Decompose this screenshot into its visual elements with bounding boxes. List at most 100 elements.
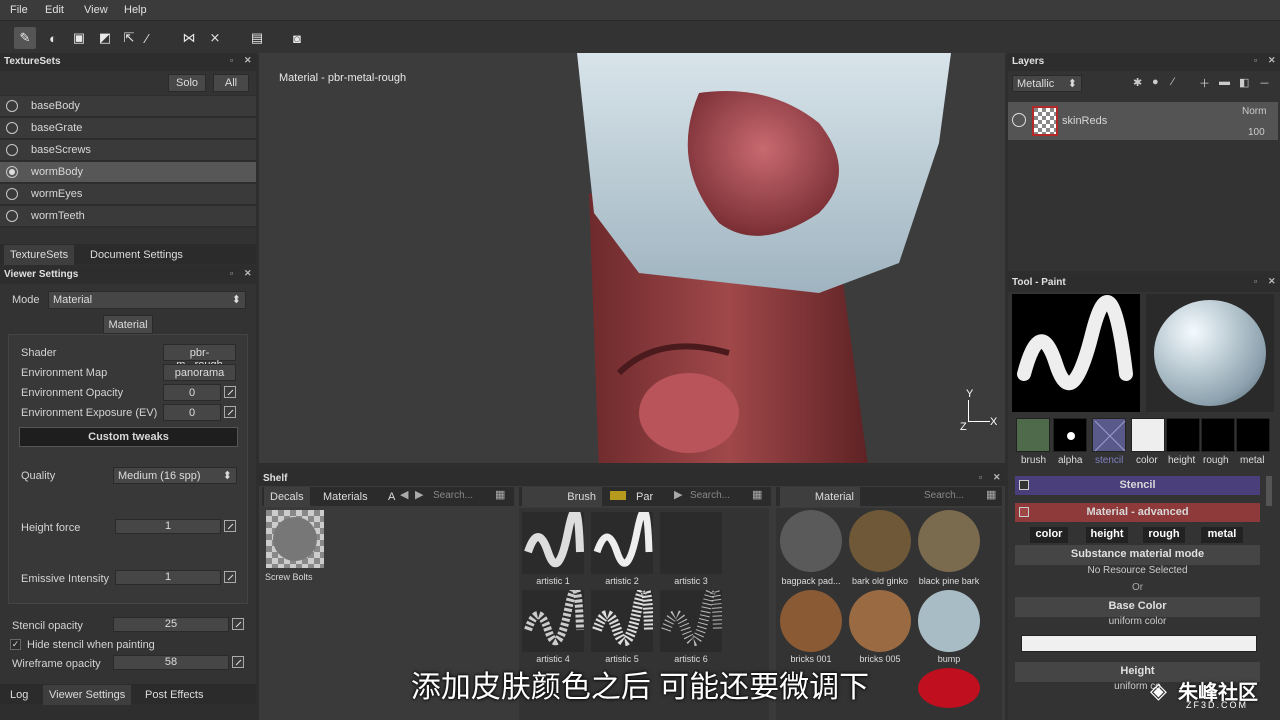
mode-select[interactable]: Material ⬍	[48, 291, 246, 309]
menu-edit[interactable]: Edit	[45, 4, 64, 16]
tab-brush[interactable]: Brush	[522, 487, 602, 507]
brush-thumb[interactable]	[660, 584, 723, 652]
shader-field[interactable]: pbr-m...rough	[163, 344, 236, 371]
material-checkbox[interactable]	[1019, 507, 1029, 517]
layer-blend-mode[interactable]: Norm	[1242, 106, 1266, 117]
material-thumb[interactable]	[918, 590, 980, 652]
tab-decals[interactable]: Decals	[264, 487, 310, 507]
height-force-slider[interactable]: 1	[115, 519, 221, 534]
grid-view-icon[interactable]: ▦	[495, 488, 505, 501]
tab-materials[interactable]: Materials	[317, 487, 374, 507]
envexp-field[interactable]: 0	[163, 404, 221, 421]
view-3d-icon[interactable]: ▤	[246, 27, 268, 49]
layer-opacity[interactable]: 100	[1248, 127, 1265, 138]
close-icon[interactable]: ✕	[993, 472, 1001, 483]
edit-value-icon[interactable]	[224, 386, 236, 398]
scrollbar-thumb[interactable]	[1266, 476, 1272, 506]
visibility-radio[interactable]	[6, 188, 18, 200]
base-color-header[interactable]: Base Color	[1015, 597, 1260, 617]
material-thumb[interactable]	[849, 510, 911, 572]
layer-visibility-toggle[interactable]	[1012, 113, 1026, 127]
close-icon[interactable]: ✕	[244, 268, 252, 279]
3d-viewport[interactable]: Material - pbr-metal-rough Y Z X	[259, 53, 1005, 463]
channel-height-toggle[interactable]: height	[1086, 527, 1128, 543]
color-picker-icon[interactable]: ⁄	[136, 27, 158, 49]
all-button[interactable]: All	[213, 74, 249, 92]
custom-tweaks-header[interactable]: Custom tweaks	[19, 427, 238, 447]
menu-view[interactable]: View	[84, 4, 108, 16]
search-input[interactable]: Search...	[433, 490, 473, 501]
symmetry-icon[interactable]: ⋈	[178, 27, 200, 49]
tab-par[interactable]: Par	[630, 487, 659, 507]
arrow-right-icon[interactable]: ▶	[415, 488, 423, 501]
edit-value-icon[interactable]	[224, 406, 236, 418]
brush-thumb[interactable]	[591, 507, 653, 574]
visibility-radio[interactable]	[6, 144, 18, 156]
height-chip[interactable]	[1166, 418, 1200, 452]
mask-icon[interactable]: ●	[1152, 76, 1159, 88]
polygon-fill-icon[interactable]: ◩	[94, 27, 116, 49]
textureset-row[interactable]: wormTeeth	[0, 206, 256, 227]
effects-icon[interactable]: ✱	[1133, 76, 1142, 89]
material-advanced-section[interactable]: Material - advanced	[1015, 503, 1260, 522]
material-thumb[interactable]	[849, 590, 911, 652]
envmap-field[interactable]: panorama	[163, 364, 236, 381]
close-icon[interactable]: ✕	[1268, 276, 1276, 287]
solo-button[interactable]: Solo	[168, 74, 206, 92]
close-icon[interactable]: ✕	[1268, 55, 1276, 66]
channel-select[interactable]: Metallic ⬍	[1012, 75, 1082, 92]
material-thumb[interactable]	[780, 590, 842, 652]
brush-thumb[interactable]	[522, 507, 584, 574]
channel-rough-toggle[interactable]: rough	[1143, 527, 1185, 543]
eraser-icon[interactable]: ◐	[42, 27, 64, 49]
base-color-swatch[interactable]	[1021, 635, 1257, 652]
stencil-chip[interactable]	[1092, 418, 1126, 452]
material-button[interactable]: Material	[103, 315, 153, 334]
arrow-left-icon[interactable]: ◀	[400, 488, 408, 501]
tab-material[interactable]: Material	[780, 487, 860, 507]
edit-value-icon[interactable]	[224, 571, 236, 583]
envop-field[interactable]: 0	[163, 384, 221, 401]
search-input[interactable]: Search...	[690, 490, 730, 501]
grid-view-icon[interactable]: ▦	[986, 488, 996, 501]
metal-chip[interactable]	[1236, 418, 1270, 452]
textureset-row-selected[interactable]: wormBody	[0, 162, 256, 183]
brush-thumb[interactable]	[522, 585, 584, 652]
color-chip[interactable]	[1131, 418, 1165, 452]
stencil-checkbox[interactable]	[1019, 480, 1029, 490]
alpha-chip[interactable]	[1053, 418, 1087, 452]
material-thumb[interactable]	[918, 510, 980, 572]
textureset-row[interactable]: wormEyes	[0, 184, 256, 205]
layer-row[interactable]: skinReds Norm 100	[1008, 102, 1278, 140]
paint-icon[interactable]: ⁄	[1172, 76, 1174, 88]
textureset-row[interactable]: baseScrews	[0, 140, 256, 161]
brush-thumb[interactable]	[660, 512, 722, 574]
paint-brush-icon[interactable]: ✎	[14, 27, 36, 49]
channel-metal-toggle[interactable]: metal	[1201, 527, 1243, 543]
delete-layer-icon[interactable]: －	[1259, 75, 1270, 91]
channel-color-toggle[interactable]: color	[1030, 527, 1068, 543]
close-icon[interactable]: ✕	[244, 55, 252, 66]
float-icon[interactable]: ▫	[1254, 55, 1257, 65]
projection-icon[interactable]: ▣	[68, 27, 90, 49]
textureset-row[interactable]: baseGrate	[0, 118, 256, 139]
textureset-row[interactable]: baseBody	[0, 96, 256, 117]
grid-view-icon[interactable]: ▦	[752, 488, 762, 501]
quality-select[interactable]: Medium (16 spp) ⬍	[113, 467, 237, 484]
float-icon[interactable]: ▫	[230, 268, 233, 278]
add-layer-icon[interactable]: ＋	[1199, 75, 1210, 91]
menu-file[interactable]: File	[10, 4, 28, 16]
float-icon[interactable]: ▫	[1254, 276, 1257, 286]
visibility-radio[interactable]	[6, 210, 18, 222]
float-icon[interactable]: ▫	[979, 472, 982, 482]
float-icon[interactable]: ▫	[230, 55, 233, 65]
brush-chip[interactable]	[1016, 418, 1050, 452]
material-thumb[interactable]	[780, 510, 842, 572]
folder-icon[interactable]: ▬	[1219, 76, 1230, 88]
symmetry-axis-icon[interactable]: ⨯	[204, 27, 226, 49]
brush-thumb[interactable]	[591, 584, 654, 652]
edit-value-icon[interactable]	[224, 520, 236, 532]
tab-document-settings[interactable]: Document Settings	[84, 245, 189, 265]
tab-a[interactable]: A	[382, 487, 401, 507]
menu-help[interactable]: Help	[124, 4, 147, 16]
